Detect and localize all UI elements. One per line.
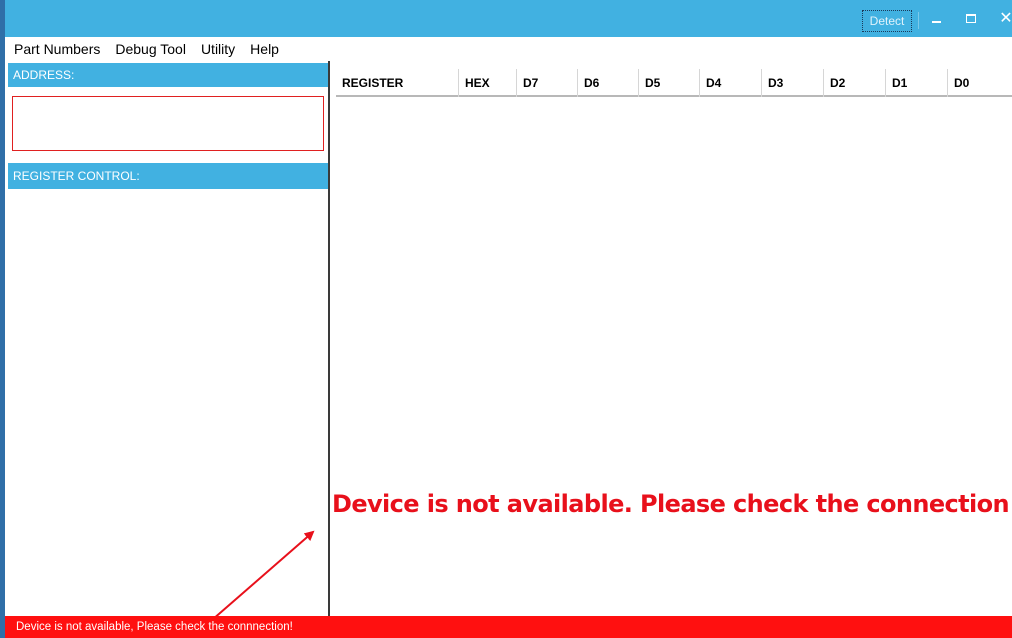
address-header: ADDRESS: (8, 63, 328, 87)
menu-part-numbers[interactable]: Part Numbers (14, 37, 100, 61)
column-header-d1[interactable]: D1 (886, 69, 948, 97)
address-field[interactable] (12, 96, 324, 151)
left-panel: ADDRESS: REGISTER CONTROL: (0, 61, 330, 616)
maximize-button[interactable] (960, 8, 982, 30)
menu-utility[interactable]: Utility (201, 37, 235, 61)
column-header-d5[interactable]: D5 (639, 69, 700, 97)
device-unavailable-annotation: Device is not available. Please check th… (332, 490, 1010, 518)
titlebar-separator (918, 12, 919, 29)
menu-help[interactable]: Help (250, 37, 279, 61)
close-icon: ✕ (999, 10, 1012, 27)
column-header-hex[interactable]: HEX (459, 69, 517, 97)
column-header-register[interactable]: REGISTER (336, 69, 459, 97)
minimize-icon (932, 21, 941, 23)
column-header-d0[interactable]: D0 (948, 69, 1012, 97)
menu-bar: Part Numbers Debug Tool Utility Help (0, 37, 1012, 61)
maximize-icon (966, 14, 976, 23)
register-control-header: REGISTER CONTROL: (8, 163, 328, 189)
title-bar: Detect ✕ (0, 0, 1012, 37)
register-table-header: REGISTER HEX D7 D6 D5 D4 D3 D2 D1 D0 (336, 69, 1012, 97)
detect-button[interactable]: Detect (862, 10, 912, 32)
minimize-button[interactable] (925, 8, 947, 30)
status-bar: Device is not available, Please check th… (0, 616, 1012, 638)
menu-debug-tool[interactable]: Debug Tool (115, 37, 186, 61)
register-grid-panel: REGISTER HEX D7 D6 D5 D4 D3 D2 D1 D0 (330, 61, 1012, 616)
close-button[interactable]: ✕ (995, 8, 1012, 30)
column-header-d7[interactable]: D7 (517, 69, 578, 97)
column-header-d3[interactable]: D3 (762, 69, 824, 97)
column-header-d4[interactable]: D4 (700, 69, 762, 97)
column-header-d2[interactable]: D2 (824, 69, 886, 97)
column-header-d6[interactable]: D6 (578, 69, 639, 97)
